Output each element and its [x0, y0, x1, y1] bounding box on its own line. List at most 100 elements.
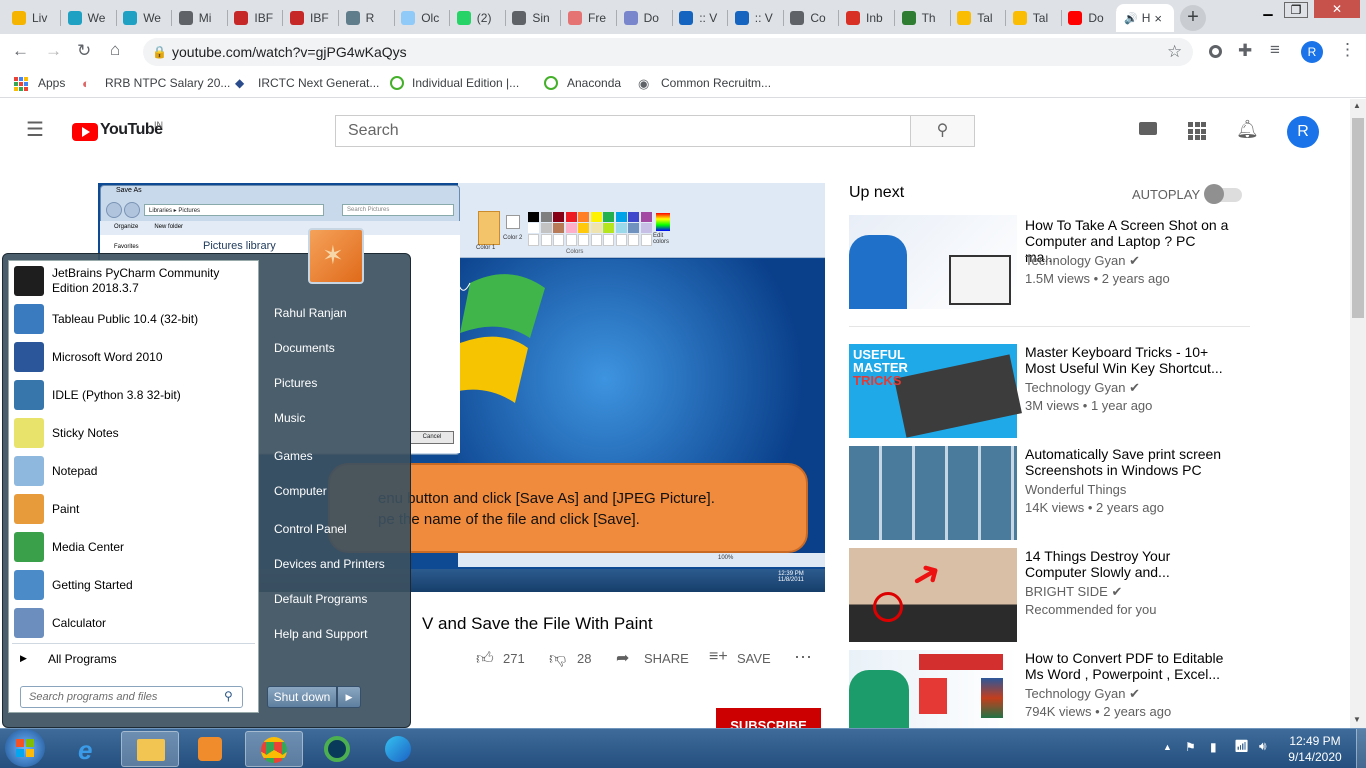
rec-channel[interactable]: Technology Gyan ✔: [1025, 252, 1140, 270]
start-place-item[interactable]: Documents: [274, 341, 335, 355]
close-tab-icon[interactable]: ×: [1154, 11, 1162, 26]
like-count[interactable]: 271: [503, 651, 525, 666]
browser-tab[interactable]: We: [60, 4, 117, 32]
start-program-item[interactable]: Media Center: [14, 530, 227, 564]
minimize-button[interactable]: ▁: [1254, 0, 1282, 20]
save-playlist-icon[interactable]: ≡+: [709, 648, 728, 666]
taskbar-clock[interactable]: 12:49 PM 9/14/2020: [1280, 733, 1350, 765]
rec-channel-name[interactable]: Technology Gyan: [1025, 380, 1125, 395]
start-button[interactable]: [5, 729, 45, 767]
start-place-item[interactable]: Rahul Ranjan: [274, 306, 347, 320]
bookmark-item[interactable]: Individual Edition |...: [412, 76, 519, 90]
start-place-item[interactable]: Control Panel: [274, 522, 347, 536]
browser-tab[interactable]: IBF: [226, 4, 284, 32]
browser-tab[interactable]: Sin: [504, 4, 562, 32]
rec-title[interactable]: 14 Things Destroy Your Computer Slowly a…: [1025, 548, 1230, 580]
new-tab-button[interactable]: +: [1180, 5, 1206, 31]
media-player-taskbar-icon[interactable]: [180, 731, 238, 767]
share-button[interactable]: SHARE: [644, 651, 689, 666]
browser-tab[interactable]: IBF: [282, 4, 339, 32]
bookmark-item[interactable]: RRB NTPC Salary 20...: [105, 76, 230, 90]
show-desktop-button[interactable]: [1356, 729, 1366, 768]
browser-tab[interactable]: Liv: [4, 4, 61, 32]
notifications-bell-icon[interactable]: 🔔︎: [1236, 119, 1259, 140]
bookmark-apps[interactable]: Apps: [38, 76, 65, 90]
browser-tab[interactable]: R: [338, 4, 395, 32]
show-hidden-icons[interactable]: ▲: [1163, 742, 1172, 752]
rec-title[interactable]: How to Convert PDF to Editable Ms Word ,…: [1025, 650, 1230, 682]
start-program-item[interactable]: IDLE (Python 3.8 32-bit): [14, 378, 227, 412]
start-place-item[interactable]: Help and Support: [274, 627, 367, 641]
search-icon[interactable]: ⚲: [910, 115, 975, 147]
browser-tab[interactable]: Mi: [171, 4, 228, 32]
start-place-item[interactable]: Default Programs: [274, 592, 367, 606]
browser-tab[interactable]: Th: [894, 4, 951, 32]
like-icon[interactable]: 👍︎: [476, 648, 494, 669]
rec-channel[interactable]: Technology Gyan ✔: [1025, 685, 1140, 703]
rec-channel-name[interactable]: BRIGHT SIDE: [1025, 584, 1108, 599]
profile-avatar[interactable]: R: [1301, 41, 1323, 63]
rec-thumbnail[interactable]: [849, 215, 1017, 309]
forward-icon[interactable]: →: [45, 41, 62, 61]
rec-thumbnail[interactable]: [849, 446, 1017, 540]
browser-tab[interactable]: We: [115, 4, 173, 32]
subscribe-button[interactable]: SUBSCRIBE: [716, 708, 821, 730]
menu-icon[interactable]: ⋮: [1339, 40, 1356, 60]
start-place-item[interactable]: Music: [274, 411, 305, 425]
start-program-item[interactable]: Notepad: [14, 454, 227, 488]
youtube-search-input[interactable]: Search: [335, 115, 911, 147]
start-program-item[interactable]: Paint: [14, 492, 227, 526]
anaconda-taskbar-icon[interactable]: [308, 731, 366, 767]
browser-tab[interactable]: Do: [1060, 4, 1118, 32]
all-programs-arrow-icon[interactable]: ▶: [20, 653, 27, 664]
ie-taskbar-icon[interactable]: e: [62, 731, 120, 767]
battery-icon[interactable]: ▮: [1210, 740, 1217, 754]
browser-tab[interactable]: Olc: [393, 4, 451, 32]
browser-tab[interactable]: Do: [616, 4, 673, 32]
user-picture[interactable]: ✶: [308, 228, 364, 284]
start-program-item[interactable]: Microsoft Word 2010: [14, 340, 227, 374]
media-queue-icon[interactable]: ≡: [1270, 40, 1280, 60]
more-actions-icon[interactable]: ⋯: [794, 647, 812, 668]
reload-icon[interactable]: ↻: [77, 41, 91, 61]
rec-channel[interactable]: BRIGHT SIDE ✔: [1025, 583, 1122, 601]
rec-thumbnail[interactable]: [849, 650, 1017, 728]
start-program-item[interactable]: Calculator: [14, 606, 227, 640]
close-window-button[interactable]: ✕: [1314, 0, 1360, 18]
bookmark-star-icon[interactable]: ☆: [1167, 42, 1182, 62]
action-center-icon[interactable]: ⚑: [1185, 740, 1196, 754]
create-video-icon[interactable]: [1139, 122, 1157, 135]
url-text[interactable]: youtube.com/watch?v=gjPG4wKaQys: [172, 44, 407, 60]
chrome-taskbar-icon[interactable]: [245, 731, 303, 767]
scroll-down-arrow-icon[interactable]: ▼: [1353, 715, 1361, 724]
save-button[interactable]: SAVE: [737, 651, 771, 666]
dislike-count[interactable]: 28: [577, 651, 591, 666]
volume-icon[interactable]: 🔊︎: [1259, 739, 1267, 754]
back-icon[interactable]: ←: [12, 41, 29, 61]
start-program-item[interactable]: Sticky Notes: [14, 416, 227, 450]
browser-tab[interactable]: :: V: [727, 4, 784, 32]
browser-tab[interactable]: Inb: [838, 4, 895, 32]
start-place-item[interactable]: Computer: [274, 484, 327, 498]
youtube-avatar[interactable]: R: [1287, 116, 1319, 148]
browser-tab[interactable]: (2): [449, 4, 506, 32]
rec-channel-name[interactable]: Technology Gyan: [1025, 253, 1125, 268]
start-place-item[interactable]: Games: [274, 449, 313, 463]
rec-channel-name[interactable]: Technology Gyan: [1025, 686, 1125, 701]
rec-thumbnail[interactable]: USEFUL MASTER TRICKS: [849, 344, 1022, 438]
extension-circle-icon[interactable]: [1209, 45, 1222, 58]
tab-active[interactable]: 🔊 H ×: [1116, 4, 1174, 32]
start-place-item[interactable]: Pictures: [274, 376, 317, 390]
scroll-up-arrow-icon[interactable]: ▲: [1353, 101, 1361, 110]
dislike-icon[interactable]: 👎︎: [549, 648, 566, 669]
apps-icon[interactable]: [1188, 122, 1206, 140]
browser-tab[interactable]: Tal: [1005, 4, 1062, 32]
bookmark-item[interactable]: Anaconda: [567, 76, 621, 90]
browser-tab[interactable]: :: V: [671, 4, 729, 32]
youtube-play-logo-icon[interactable]: [72, 123, 98, 141]
rec-title[interactable]: Master Keyboard Tricks - 10+ Most Useful…: [1025, 344, 1230, 376]
extensions-icon[interactable]: ✚: [1238, 41, 1252, 61]
start-place-item[interactable]: Devices and Printers: [274, 557, 385, 571]
restore-button[interactable]: ❐: [1284, 2, 1308, 18]
autoplay-toggle-knob[interactable]: [1204, 184, 1224, 204]
